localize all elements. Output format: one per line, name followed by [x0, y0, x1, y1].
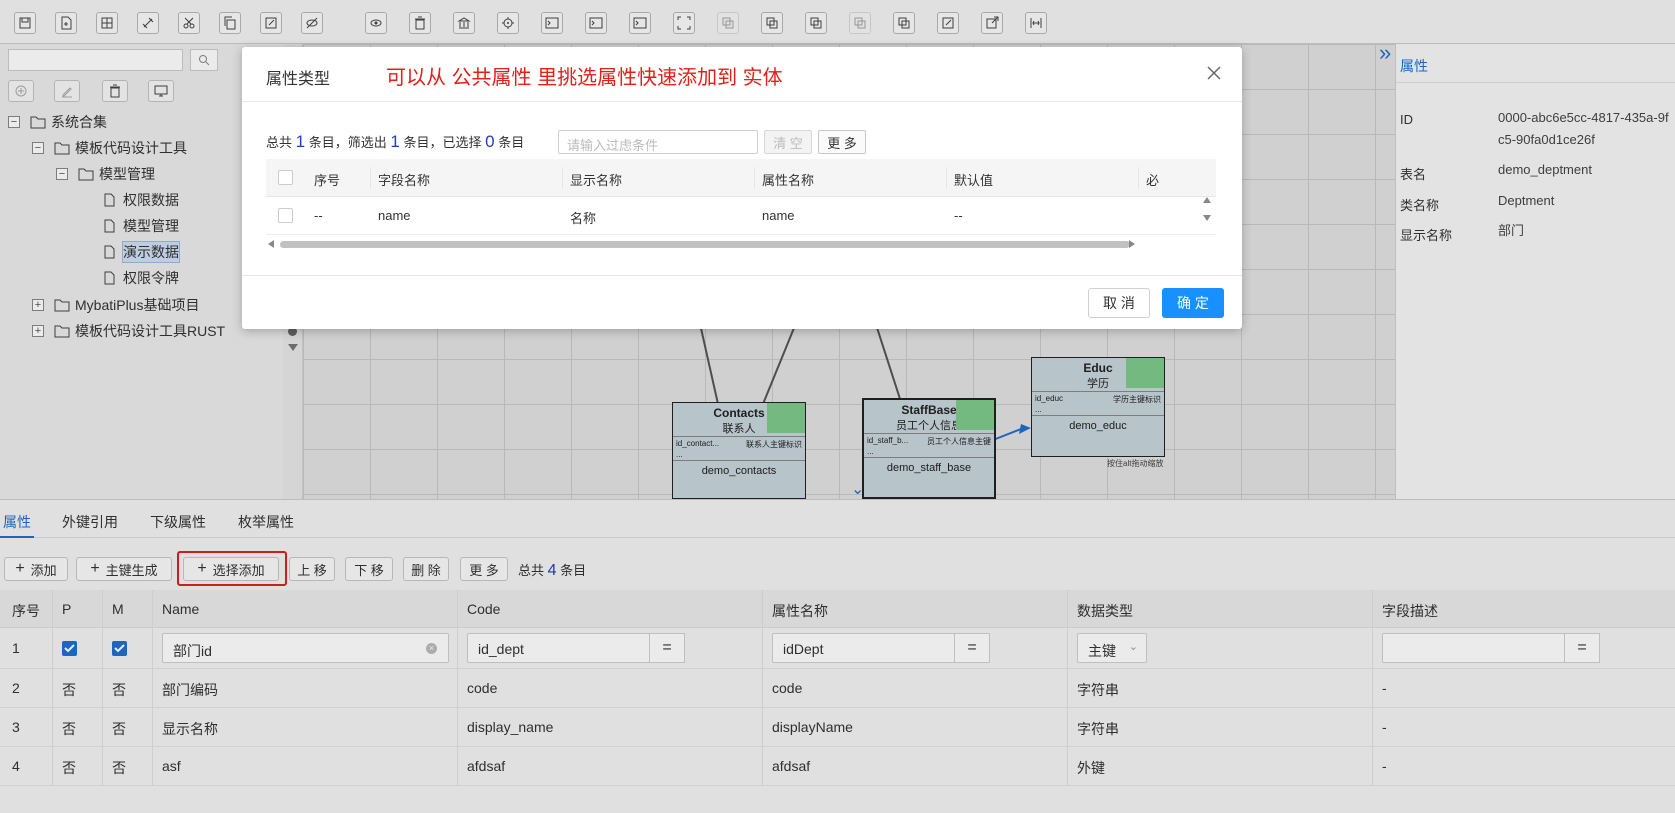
filter-input[interactable]: 请输入过虑条件 [558, 130, 758, 154]
col-prop-name: 属性名称 [762, 173, 815, 188]
col-field-name: 字段名称 [378, 173, 431, 188]
divider [242, 101, 1242, 102]
more-button[interactable]: 更 多 [818, 130, 866, 154]
dialog-title: 属性类型 [266, 71, 331, 88]
cell-field: name [378, 208, 411, 223]
column-divider [370, 167, 371, 189]
app-root: − 系统合集 − 模板代码设计工具 − 模型管理 权限数据 模型管理 演示数据 [0, 0, 1675, 813]
cell-display: 名称 [570, 211, 597, 226]
scroll-up-icon[interactable] [1203, 197, 1211, 203]
col-index: 序号 [314, 173, 341, 188]
column-divider [754, 167, 755, 189]
dialog-table-header: 序号 字段名称 显示名称 属性名称 默认值 必 [266, 159, 1216, 197]
column-divider [1138, 167, 1139, 189]
dialog-table-row[interactable]: -- name 名称 name -- [266, 197, 1216, 235]
col-default: 默认值 [954, 173, 994, 188]
select-all-checkbox[interactable] [278, 170, 293, 185]
scroll-thumb[interactable] [280, 241, 1130, 248]
column-divider [562, 167, 563, 189]
column-divider [946, 167, 947, 189]
dialog-summary: 总共 1 条目，筛选出 1 条目，已选择 0 条目 [266, 132, 525, 151]
dialog-annotation: 可以从 公共属性 里挑选属性快速添加到 实体 [386, 67, 783, 89]
vertical-scrollbar[interactable] [1200, 197, 1214, 237]
scroll-left-icon[interactable] [268, 240, 274, 248]
col-required: 必 [1146, 173, 1160, 188]
divider [242, 275, 1242, 276]
scroll-right-icon[interactable] [1129, 240, 1135, 248]
cell-default: -- [954, 208, 963, 223]
clear-button[interactable]: 清 空 [764, 130, 812, 154]
row-checkbox[interactable] [278, 208, 293, 223]
scroll-down-icon[interactable] [1203, 215, 1211, 221]
col-display-name: 显示名称 [570, 173, 623, 188]
confirm-button[interactable]: 确 定 [1162, 288, 1224, 318]
cell-prop: name [762, 208, 795, 223]
cell-index: -- [314, 208, 323, 223]
cancel-button[interactable]: 取 消 [1088, 288, 1150, 318]
close-icon[interactable] [1204, 63, 1224, 83]
attribute-type-dialog: 属性类型 可以从 公共属性 里挑选属性快速添加到 实体 总共 1 条目，筛选出 … [242, 47, 1242, 329]
horizontal-scrollbar[interactable] [266, 237, 1216, 251]
